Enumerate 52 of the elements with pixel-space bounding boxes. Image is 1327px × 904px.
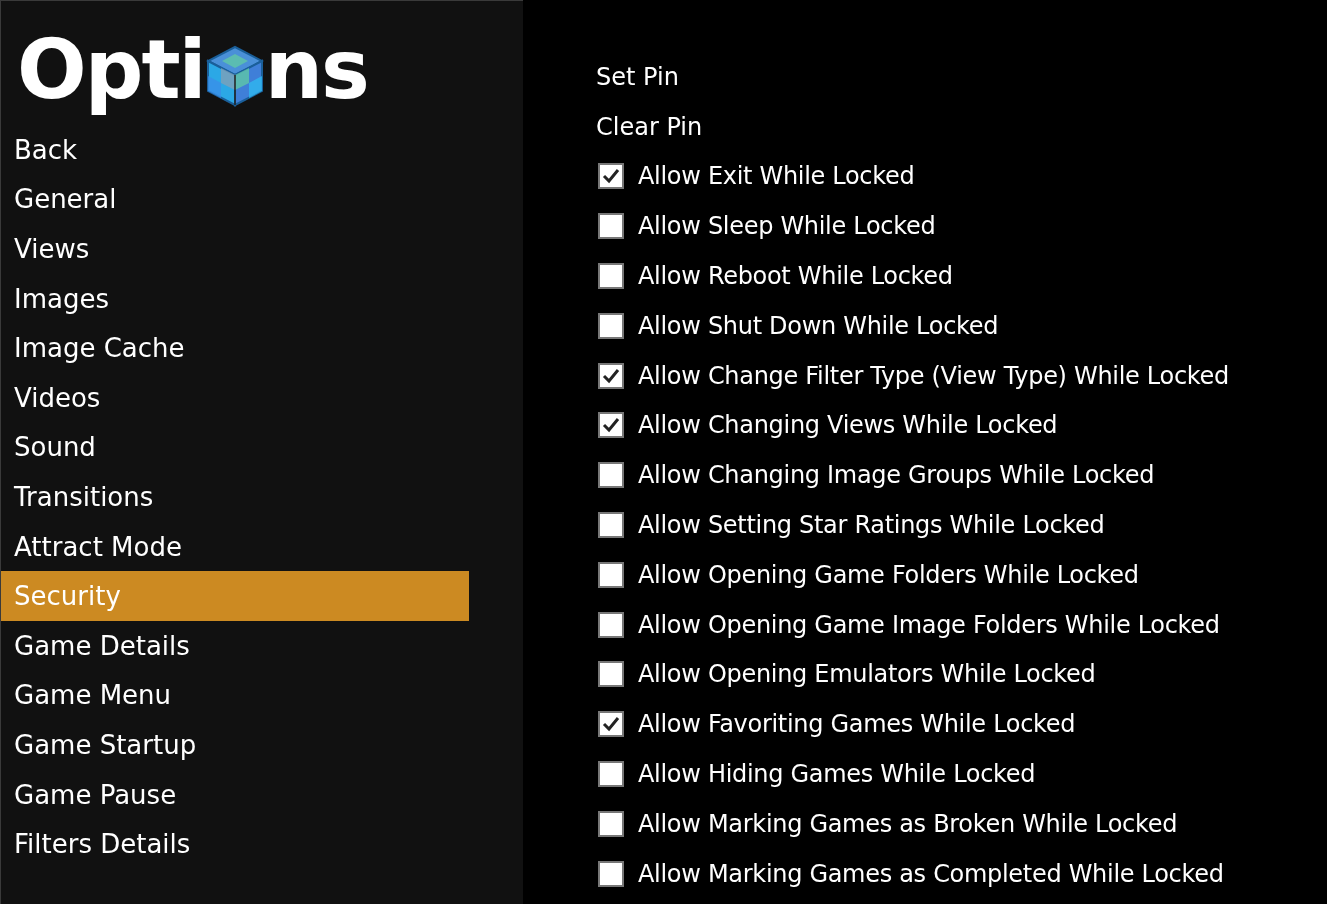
sidebar-item[interactable]: Image Cache xyxy=(1,323,469,373)
checkbox[interactable] xyxy=(598,860,624,887)
menu-action[interactable]: Clear Pin xyxy=(596,112,703,141)
check-icon xyxy=(602,367,620,384)
checkbox[interactable] xyxy=(598,462,624,489)
sidebar-item[interactable]: Filters Details xyxy=(1,819,469,869)
option-label: Allow Opening Game Folders While Locked xyxy=(638,560,1139,589)
checkbox[interactable] xyxy=(598,213,624,240)
checkbox[interactable] xyxy=(598,561,624,588)
check-icon xyxy=(602,168,620,185)
check-icon xyxy=(602,417,620,434)
sidebar-item[interactable]: Game Menu xyxy=(1,670,469,721)
checkbox[interactable] xyxy=(598,810,624,837)
checkbox[interactable] xyxy=(598,362,624,389)
checkbox[interactable] xyxy=(598,711,624,738)
option-label: Allow Shut Down While Locked xyxy=(638,311,999,340)
sidebar-item[interactable]: Game Startup xyxy=(1,720,469,770)
option-label: Allow Change Filter Type (View Type) While Locked xyxy=(638,361,1229,390)
option-label: Allow Reboot While Locked xyxy=(638,262,953,291)
check-icon xyxy=(602,716,620,733)
sidebar-item[interactable]: Game Details xyxy=(1,620,469,671)
checkbox[interactable] xyxy=(598,761,624,788)
option-label: Allow Marking Games as Broken While Locked xyxy=(638,809,1178,838)
sidebar-item[interactable]: Transitions xyxy=(1,472,469,522)
sidebar-item[interactable]: Back xyxy=(1,125,469,175)
option-label: Allow Hiding Games While Locked xyxy=(638,760,1036,789)
option-label: Allow Opening Game Image Folders While Locked xyxy=(638,610,1220,639)
sidebar-item[interactable]: Attract Mode xyxy=(1,521,469,572)
checkbox[interactable] xyxy=(598,412,624,439)
checkbox[interactable] xyxy=(598,512,624,539)
sidebar-item[interactable]: General xyxy=(1,174,469,225)
menu-action[interactable]: Set Pin xyxy=(596,62,679,91)
checkbox[interactable] xyxy=(598,661,624,688)
checkbox[interactable] xyxy=(598,163,624,190)
sidebar-item[interactable]: Videos xyxy=(1,372,469,423)
sidebar-item[interactable]: Game Pause xyxy=(1,769,469,820)
option-label: Allow Sleep While Locked xyxy=(638,212,936,241)
checkbox[interactable] xyxy=(598,312,624,339)
option-label: Allow Setting Star Ratings While Locked xyxy=(638,511,1105,540)
option-label: Allow Opening Emulators While Locked xyxy=(638,660,1096,689)
sidebar-item[interactable]: Views xyxy=(1,224,469,274)
sidebar-item[interactable]: Images xyxy=(1,273,469,324)
option-label: Allow Changing Views While Locked xyxy=(638,411,1058,440)
option-label: Allow Favoriting Games While Locked xyxy=(638,710,1076,739)
option-label: Allow Marking Games as Completed While Locked xyxy=(638,859,1224,888)
logo-text: ns xyxy=(264,29,368,111)
checkbox[interactable] xyxy=(598,263,624,290)
option-label: Allow Changing Image Groups While Locked xyxy=(638,461,1155,490)
checkbox[interactable] xyxy=(598,611,624,638)
cube-icon xyxy=(205,45,264,107)
sidebar-item[interactable]: Sound xyxy=(1,422,469,473)
option-label: Allow Exit While Locked xyxy=(638,162,915,191)
